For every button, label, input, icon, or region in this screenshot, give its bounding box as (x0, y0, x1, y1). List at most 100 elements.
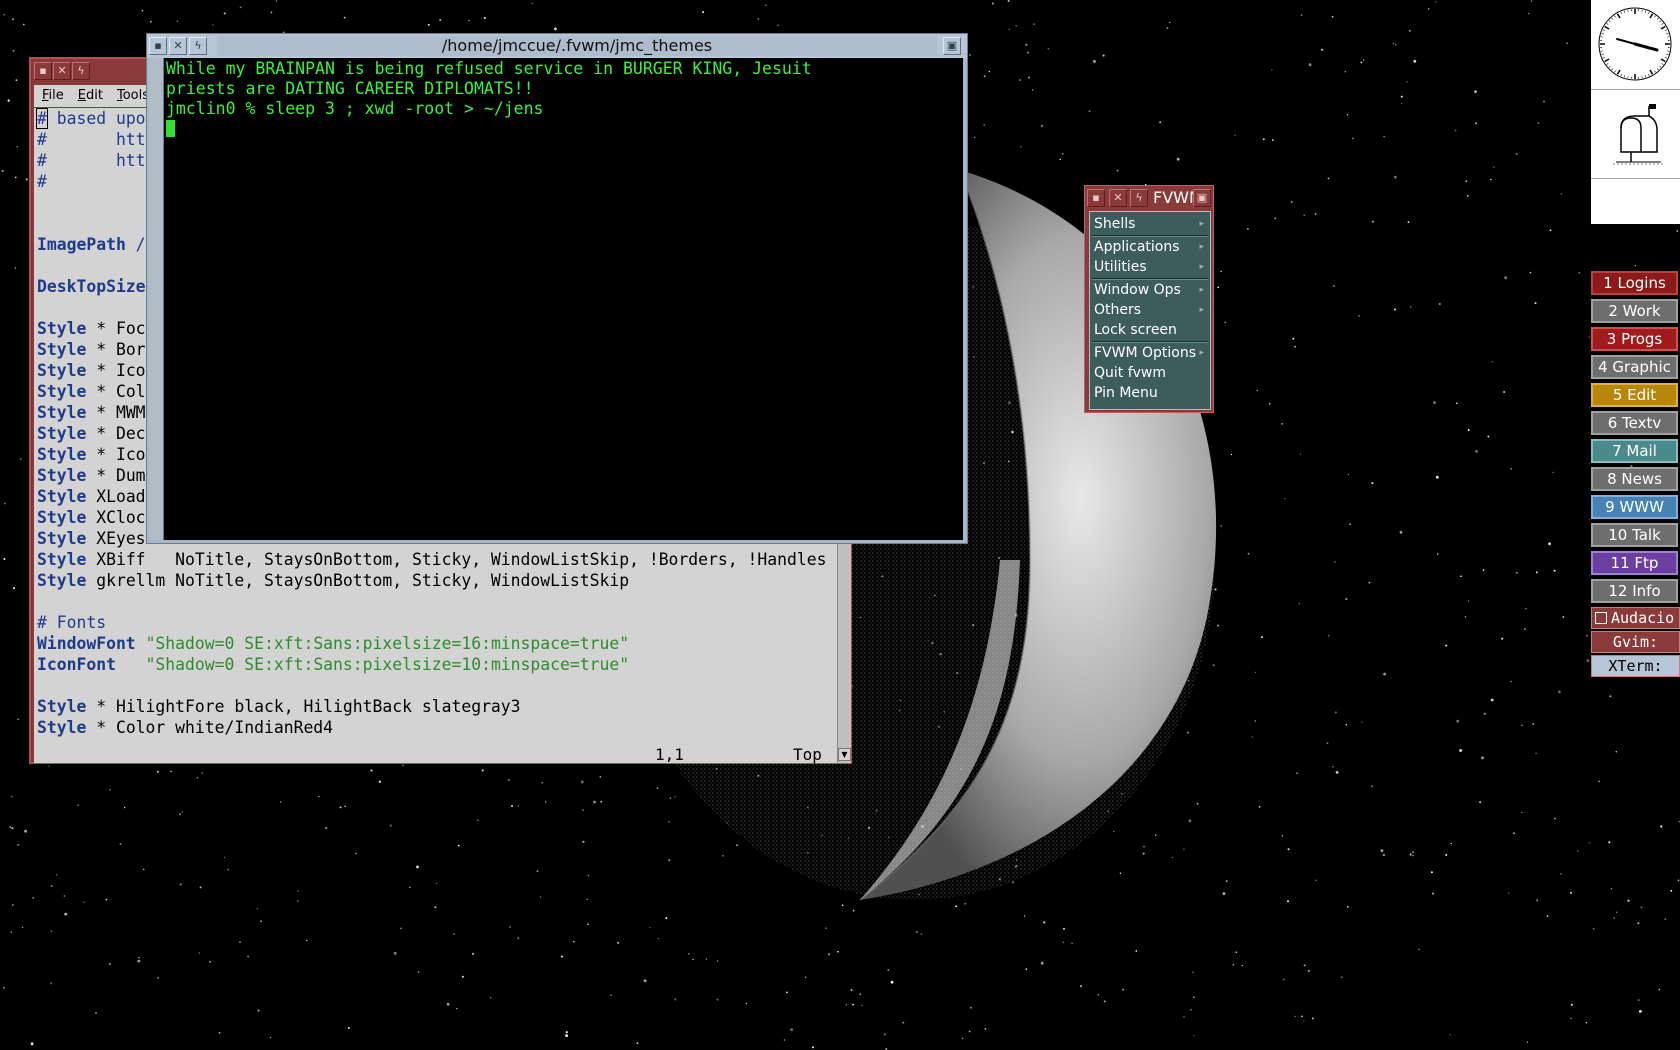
menu-item-label: Quit fvwm (1094, 365, 1167, 381)
editor-token: * Col (86, 382, 146, 401)
editor-token: gkrellm NoTitle, StaysOnBottom, Sticky, … (86, 571, 630, 590)
editor-token: Style (37, 466, 87, 485)
editor-token: / (125, 235, 146, 254)
submenu-arrow-icon: ▸ (1199, 219, 1204, 229)
editor-token: # (37, 172, 47, 191)
xterm-window[interactable]: ▪ ✕ ϟ /home/jmccue/.fvwm/jmc_themes ▣ Wh… (146, 33, 968, 544)
editor-line: Style * Bor (37, 339, 146, 360)
menu-item-window-ops[interactable]: Window Ops ▸ (1092, 280, 1208, 300)
editor-token (116, 655, 146, 674)
menu-item-shells[interactable]: Shells ▸ (1092, 214, 1208, 234)
menu-file[interactable]: File (34, 85, 70, 103)
desk-1[interactable]: 1 Logins (1591, 271, 1678, 295)
fvwm-root-menu[interactable]: ▪ ✕ ϟ FVWM ▣ Shells▸Applications▸Utiliti… (1084, 185, 1214, 413)
desk-10[interactable]: 10 Talk (1591, 523, 1678, 547)
desk-9[interactable]: 9 WWW (1591, 495, 1678, 519)
editor-token: * Ico (86, 445, 146, 464)
window-menu-button[interactable]: ▪ (149, 37, 167, 55)
editor-token: Style (37, 445, 87, 464)
menu-item-label: Applications (1094, 239, 1180, 255)
editor-token: * MWM (86, 403, 146, 422)
editor-token: # htt (37, 130, 146, 149)
menu-item-pin-menu[interactable]: Pin Menu (1092, 383, 1208, 403)
editor-token: Style (37, 571, 87, 590)
terminal-screen[interactable]: While my BRAINPAN is being refused servi… (164, 58, 963, 540)
menu-item-applications[interactable]: Applications ▸ (1092, 237, 1208, 257)
maximize-button[interactable]: ▣ (1193, 189, 1211, 207)
window-menu-button[interactable]: ▪ (1087, 189, 1105, 207)
editor-token: * Dum (86, 466, 146, 485)
iconify-button[interactable]: ϟ (189, 37, 207, 55)
xterm-scrollbar[interactable] (149, 58, 164, 540)
menu-item-utilities[interactable]: Utilities ▸ (1092, 257, 1208, 277)
editor-token: WindowFont (37, 634, 136, 653)
desk-2[interactable]: 2 Work (1591, 299, 1678, 323)
terminal-line: priests are DATING CAREER DIPLOMATS!! (166, 79, 534, 98)
menu-item-quit-fvwm[interactable]: Quit fvwm (1092, 363, 1208, 383)
editor-line: # Fonts (37, 612, 106, 633)
desk-7[interactable]: 7 Mail (1591, 439, 1678, 463)
desk-8[interactable]: 8 News (1591, 467, 1678, 491)
editor-token: * Dec (86, 424, 146, 443)
editor-token: XEyes (86, 529, 146, 548)
editor-token: Style (37, 487, 87, 506)
close-button[interactable]: ✕ (1109, 189, 1127, 207)
window-title: /home/jmccue/.fvwm/jmc_themes (217, 36, 937, 56)
editor-line: Style * Color white/IndianRed4 (37, 717, 333, 738)
desk-6[interactable]: 6 Textv (1591, 411, 1678, 435)
menu-item-fvwm-options[interactable]: FVWM Options ▸ (1092, 343, 1208, 363)
desk-11[interactable]: 11 Ftp (1591, 551, 1678, 575)
menu-item-lock-screen[interactable]: Lock screen (1092, 320, 1208, 340)
editor-token: XBiff NoTitle, StaysOnBottom, Sticky, Wi… (86, 550, 827, 569)
window-menu-button[interactable]: ▪ (34, 62, 52, 80)
iconify-button[interactable]: ϟ (72, 62, 90, 80)
editor-line: Style gkrellm NoTitle, StaysOnBottom, St… (37, 570, 629, 591)
editor-token: * Bor (86, 340, 146, 359)
editor-line: IconFont "Shadow=0 SE:xft:Sans:pixelsize… (37, 654, 629, 675)
xbiff[interactable] (1591, 90, 1680, 179)
desk-12[interactable]: 12 Info (1591, 579, 1678, 603)
mailbox-icon (1613, 104, 1663, 165)
editor-line: ImagePath / (37, 234, 146, 255)
editor-line: Style XLoad (37, 486, 146, 507)
editor-token: # (36, 108, 48, 129)
menu-item-label: FVWM Options (1094, 345, 1197, 361)
desk-4[interactable]: 4 Graphic (1591, 355, 1678, 379)
desk-3[interactable]: 3 Progs (1591, 327, 1678, 351)
editor-line: Style * Dum (37, 465, 146, 486)
maximize-button[interactable]: ▣ (943, 37, 961, 55)
submenu-arrow-icon: ▸ (1199, 305, 1204, 315)
menu-item-label: Window Ops (1094, 282, 1181, 298)
editor-token: "Shadow=0 SE:xft:Sans:pixelsize=16:minsp… (145, 634, 630, 653)
terminal-line: While my BRAINPAN is being refused servi… (166, 59, 812, 78)
blank-panel (1591, 179, 1680, 224)
menu-item-label: Pin Menu (1094, 385, 1158, 401)
menu-body: Shells ▸ Applications ▸ Utilities ▸ Window Ops… (1089, 211, 1211, 410)
editor-line: Style * Dec (37, 423, 146, 444)
menu-edit[interactable]: Edit (70, 85, 109, 103)
iconify-button[interactable]: ϟ (1130, 189, 1148, 207)
scroll-down-arrow-icon[interactable]: ▼ (838, 748, 851, 761)
close-button[interactable]: ✕ (53, 62, 71, 80)
tasklist-item[interactable]: XTerm: (1591, 655, 1680, 677)
editor-line: Style * Col (37, 381, 146, 402)
gvim-statusline: 1,1 Top (34, 745, 837, 764)
editor-line: WindowFont "Shadow=0 SE:xft:Sans:pixelsi… (37, 633, 629, 654)
editor-token: XCloc (86, 508, 146, 527)
xclock (1591, 0, 1680, 90)
editor-token: IconFont (37, 655, 116, 674)
terminal-cursor (166, 120, 175, 137)
terminal-line: jmclin0 % sleep 3 ; xwd -root > ~/jens (166, 99, 544, 118)
desk-5[interactable]: 5 Edit (1591, 383, 1678, 407)
editor-token: * Color white/IndianRed4 (86, 718, 334, 737)
xterm-titlebar[interactable]: ▪ ✕ ϟ /home/jmccue/.fvwm/jmc_themes ▣ (147, 34, 967, 58)
editor-line: Style XBiff NoTitle, StaysOnBottom, Stic… (37, 549, 826, 570)
editor-token: "Shadow=0 SE:xft:Sans:pixelsize=10:minsp… (145, 655, 630, 674)
editor-token: Style (37, 403, 87, 422)
menu-item-others[interactable]: Others ▸ (1092, 300, 1208, 320)
menu-item-label: Utilities (1094, 259, 1147, 275)
close-button[interactable]: ✕ (169, 37, 187, 55)
tasklist-item[interactable]: Gvim: (1591, 631, 1680, 653)
submenu-arrow-icon: ▸ (1199, 262, 1204, 272)
tasklist-item[interactable]: Audacio (1591, 607, 1680, 629)
